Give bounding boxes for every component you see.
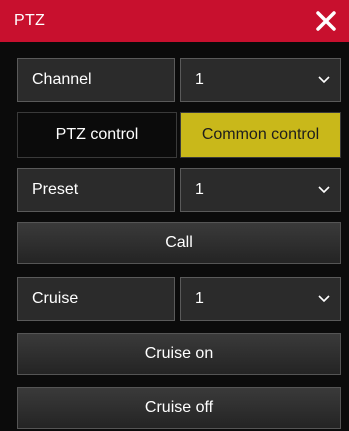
- preset-label: Preset: [17, 168, 175, 212]
- cruise-row: Cruise 1: [17, 277, 341, 321]
- cruise-select[interactable]: 1: [180, 277, 341, 321]
- close-icon[interactable]: [311, 6, 341, 36]
- cruise-off-button[interactable]: Cruise off: [17, 387, 341, 429]
- tab-common-control[interactable]: Common control: [180, 112, 341, 158]
- channel-select[interactable]: 1: [180, 58, 341, 102]
- control-tabs: PTZ control Common control: [17, 112, 341, 158]
- channel-label: Channel: [17, 58, 175, 102]
- chevron-down-icon: [318, 186, 330, 194]
- channel-value: 1: [195, 71, 204, 88]
- chevron-down-icon: [318, 76, 330, 84]
- preset-row: Preset 1: [17, 168, 341, 212]
- chevron-down-icon: [318, 295, 330, 303]
- dialog-title: PTZ: [14, 12, 46, 29]
- preset-select[interactable]: 1: [180, 168, 341, 212]
- dialog-titlebar: PTZ: [0, 0, 349, 42]
- cruise-value: 1: [195, 290, 204, 307]
- preset-value: 1: [195, 181, 204, 198]
- call-button[interactable]: Call: [17, 222, 341, 264]
- ptz-dialog: PTZ Channel 1 PTZ control Common control…: [0, 0, 349, 431]
- cruise-on-button[interactable]: Cruise on: [17, 333, 341, 375]
- channel-row: Channel 1: [17, 58, 341, 102]
- tab-ptz-control[interactable]: PTZ control: [17, 112, 177, 158]
- cruise-label: Cruise: [17, 277, 175, 321]
